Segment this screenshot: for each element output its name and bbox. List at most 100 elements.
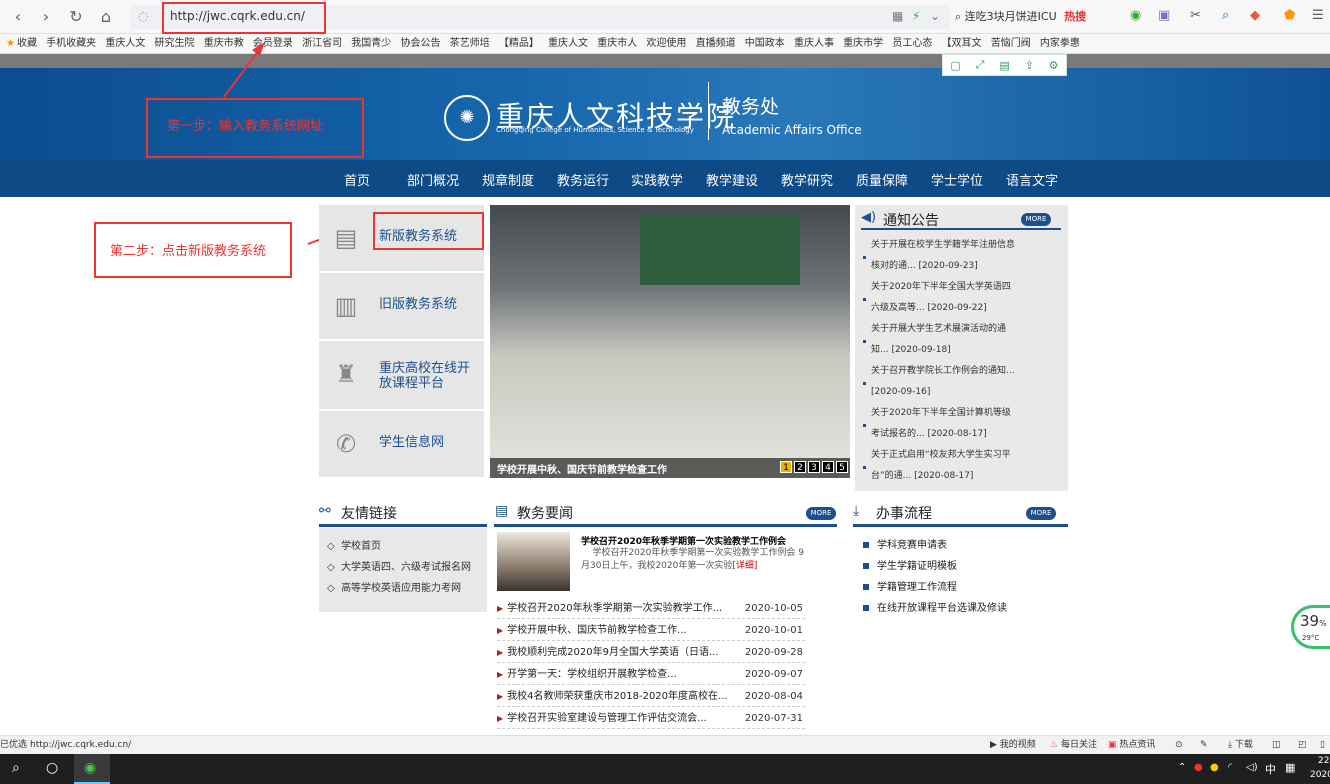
news-row[interactable]: ▶ 我校4名教师荣获重庆市2018-2020年度高校在... 2020-08-04 — [497, 686, 805, 707]
scissors-icon[interactable]: ✂ — [1190, 8, 1201, 23]
volume-icon[interactable]: ◁) — [1246, 762, 1258, 773]
bookmark-item[interactable]: 重庆市学 — [843, 34, 883, 53]
slide-page-4[interactable]: 4 — [822, 461, 834, 473]
grid-icon[interactable]: ▦ — [892, 9, 903, 23]
notice-item[interactable]: 关于开展在校学生学籍学年注册信息 核对的通... [2020-09-23] — [871, 235, 1056, 277]
bookmark-item[interactable]: 重庆人文 — [548, 34, 588, 53]
news-row[interactable]: ▶ 学校开展中秋、国庆节前教学检查工作... 2020-10-01 — [497, 620, 805, 641]
my-video-button[interactable]: ▶ 我的视频 — [990, 736, 1036, 754]
slide-page-2[interactable]: 2 — [794, 461, 806, 473]
bookmark-item[interactable]: 员工心态 — [892, 34, 932, 53]
nav-quality[interactable]: 质量保障 — [856, 170, 908, 189]
slideshow-photo[interactable]: 学校开展中秋、国庆节前教学检查工作 1 2 3 4 5 — [490, 205, 850, 478]
game-icon[interactable]: ◆ — [1250, 8, 1260, 23]
bookmark-item[interactable]: 收藏 — [17, 34, 37, 53]
daily-follow-button[interactable]: ♨ 每日关注 — [1050, 736, 1097, 754]
bookmark-item[interactable]: 内家拳惠 — [1040, 34, 1080, 53]
tray-app-icon[interactable]: ● — [1210, 762, 1219, 773]
bookmark-item[interactable]: 直播频道 — [696, 34, 736, 53]
download-button[interactable]: ⤓ 下载 — [1228, 736, 1253, 754]
back-icon[interactable]: ‹ — [8, 7, 28, 27]
nav-language[interactable]: 语言文字 — [1006, 170, 1058, 189]
window-icon[interactable]: ◰ — [1298, 736, 1307, 754]
home-icon[interactable]: ⌂ — [96, 7, 116, 27]
news-row[interactable]: ▶ 学校召开2020年秋季学期第一次实验教学工作... 2020-10-05 — [497, 598, 805, 619]
network-icon[interactable]: ◜ — [1228, 762, 1232, 773]
bookmark-item[interactable]: 手机收藏夹 — [46, 34, 96, 53]
nav-research[interactable]: 教学研究 — [781, 170, 833, 189]
search-box[interactable]: ⌕ 连吃3块月饼进ICU 热搜 — [955, 5, 1120, 29]
tools-icon[interactable]: ✎ — [1200, 736, 1208, 754]
bookmark-item[interactable]: 茶艺师培 — [450, 34, 490, 53]
tray-up-icon[interactable]: ⌃ — [1178, 762, 1186, 773]
slide-page-3[interactable]: 3 — [808, 461, 820, 473]
menu-icon[interactable]: ☰ — [1312, 8, 1324, 23]
link-item[interactable]: ◇ 学校首页 — [327, 537, 381, 552]
link-item[interactable]: ◇ 大学英语四、六级考试报名网 — [327, 558, 471, 573]
sound-icon[interactable]: ◫ — [1272, 736, 1281, 754]
save-icon[interactable]: ▤ — [999, 59, 1009, 72]
bookmark-item[interactable]: 中国政本 — [745, 34, 785, 53]
nav-operation[interactable]: 教务运行 — [557, 170, 609, 189]
process-more-button[interactable]: MORE — [1026, 507, 1056, 520]
hot-search-tag[interactable]: 热搜 — [1064, 10, 1086, 23]
reader-icon[interactable]: ▢ — [950, 59, 960, 72]
browser-taskbar-button[interactable]: ◉ — [74, 754, 110, 784]
clock-time[interactable]: 22 — [1318, 756, 1329, 766]
news-row[interactable]: ▶ 我校顺利完成2020年9月全国大学英语（日语... 2020-09-28 — [497, 642, 805, 663]
news-row[interactable]: ▶ 学校召开实验室建设与管理工作评估交流会... 2020-07-31 — [497, 708, 805, 729]
nav-rules[interactable]: 规章制度 — [482, 170, 534, 189]
news-headline[interactable]: 学校召开2020年秋季学期第一次实验教学工作例会 — [581, 534, 786, 547]
task-view-icon[interactable]: ○ — [46, 760, 58, 776]
notice-item[interactable]: 关于正式启用“校友邦大学生实习平 台”的通... [2020-08-17] — [871, 445, 1056, 487]
bookmark-item[interactable]: 研究生院 — [155, 34, 195, 53]
process-item[interactable]: 学科竞赛申请表 — [863, 536, 947, 551]
translate-icon[interactable]: ▣ — [1158, 8, 1170, 23]
notice-item[interactable]: 关于2020年下半年全国计算机等级 考试报名的... [2020-08-17] — [871, 403, 1056, 445]
nav-degree[interactable]: 学士学位 — [931, 170, 983, 189]
tile-student-info[interactable]: ✆ 学生信息网 — [319, 411, 484, 477]
shield-icon[interactable]: ⬟ — [1284, 8, 1295, 23]
ime-indicator[interactable]: 中 — [1265, 761, 1276, 777]
notice-more-button[interactable]: MORE — [1021, 213, 1051, 226]
notice-item[interactable]: 关于召开教学院长工作例会的通知... [2020-09-16] — [871, 361, 1056, 403]
speed-icon[interactable]: ⊙ — [1175, 736, 1183, 754]
nav-practice[interactable]: 实践教学 — [631, 170, 683, 189]
chevron-down-icon[interactable]: ⌄ — [930, 9, 940, 23]
fullscreen-icon[interactable]: ⤢ — [976, 58, 985, 72]
keyboard-icon[interactable]: ▦ — [1285, 761, 1295, 774]
bookmark-item[interactable]: 【双耳文 — [942, 34, 982, 53]
bolt-icon[interactable]: ⚡ — [912, 9, 920, 23]
nav-construction[interactable]: 教学建设 — [706, 170, 758, 189]
clock-date[interactable]: 2020 — [1310, 770, 1330, 780]
bookmark-item[interactable]: 苦恼门阀 — [991, 34, 1031, 53]
notice-item[interactable]: 关于开展大学生艺术展演活动的通 知... [2020-09-18] — [871, 319, 1056, 361]
bookmark-item[interactable]: 【精品】 — [499, 34, 539, 53]
qq-icon[interactable]: ● — [1194, 762, 1203, 773]
news-detail-link[interactable]: [详细] — [732, 561, 757, 571]
search-icon[interactable]: ⌕ — [12, 760, 20, 776]
slide-page-5[interactable]: 5 — [836, 461, 848, 473]
weather-widget[interactable]: 39% 29°C — [1291, 605, 1330, 649]
nav-dept[interactable]: 部门概况 — [407, 170, 459, 189]
bookmark-item[interactable]: 协会公告 — [400, 34, 440, 53]
news-more-button[interactable]: MORE — [806, 507, 836, 520]
settings-icon[interactable]: ⚙ — [1049, 59, 1059, 72]
bookmark-item[interactable]: 重庆人文 — [105, 34, 145, 53]
tile-old-system[interactable]: ▥ 旧版教务系统 — [319, 273, 484, 339]
link-item[interactable]: ◇ 高等学校英语应用能力考网 — [327, 579, 461, 594]
news-row[interactable]: ▶ 开学第一天：学校组织开展教学检查... 2020-09-07 — [497, 664, 805, 685]
share-icon[interactable]: ⇪ — [1025, 59, 1034, 72]
news-thumbnail[interactable] — [497, 532, 570, 591]
slide-page-1[interactable]: 1 — [780, 461, 792, 473]
bookmark-item[interactable]: 重庆市人 — [597, 34, 637, 53]
hot-news-button[interactable]: ▣ 热点资讯 — [1108, 736, 1155, 754]
wechat-icon[interactable]: ◉ — [1130, 8, 1141, 23]
process-item[interactable]: 学籍管理工作流程 — [863, 578, 957, 593]
bookmark-item[interactable]: 欢迎使用 — [646, 34, 686, 53]
process-item[interactable]: 在线开放课程平台选课及修读 — [863, 599, 1007, 614]
process-item[interactable]: 学生学籍证明模板 — [863, 557, 957, 572]
forward-icon[interactable]: › — [36, 7, 56, 27]
bookmark-item[interactable]: 重庆人事 — [794, 34, 834, 53]
find-icon[interactable]: ⌕ — [1222, 8, 1229, 23]
